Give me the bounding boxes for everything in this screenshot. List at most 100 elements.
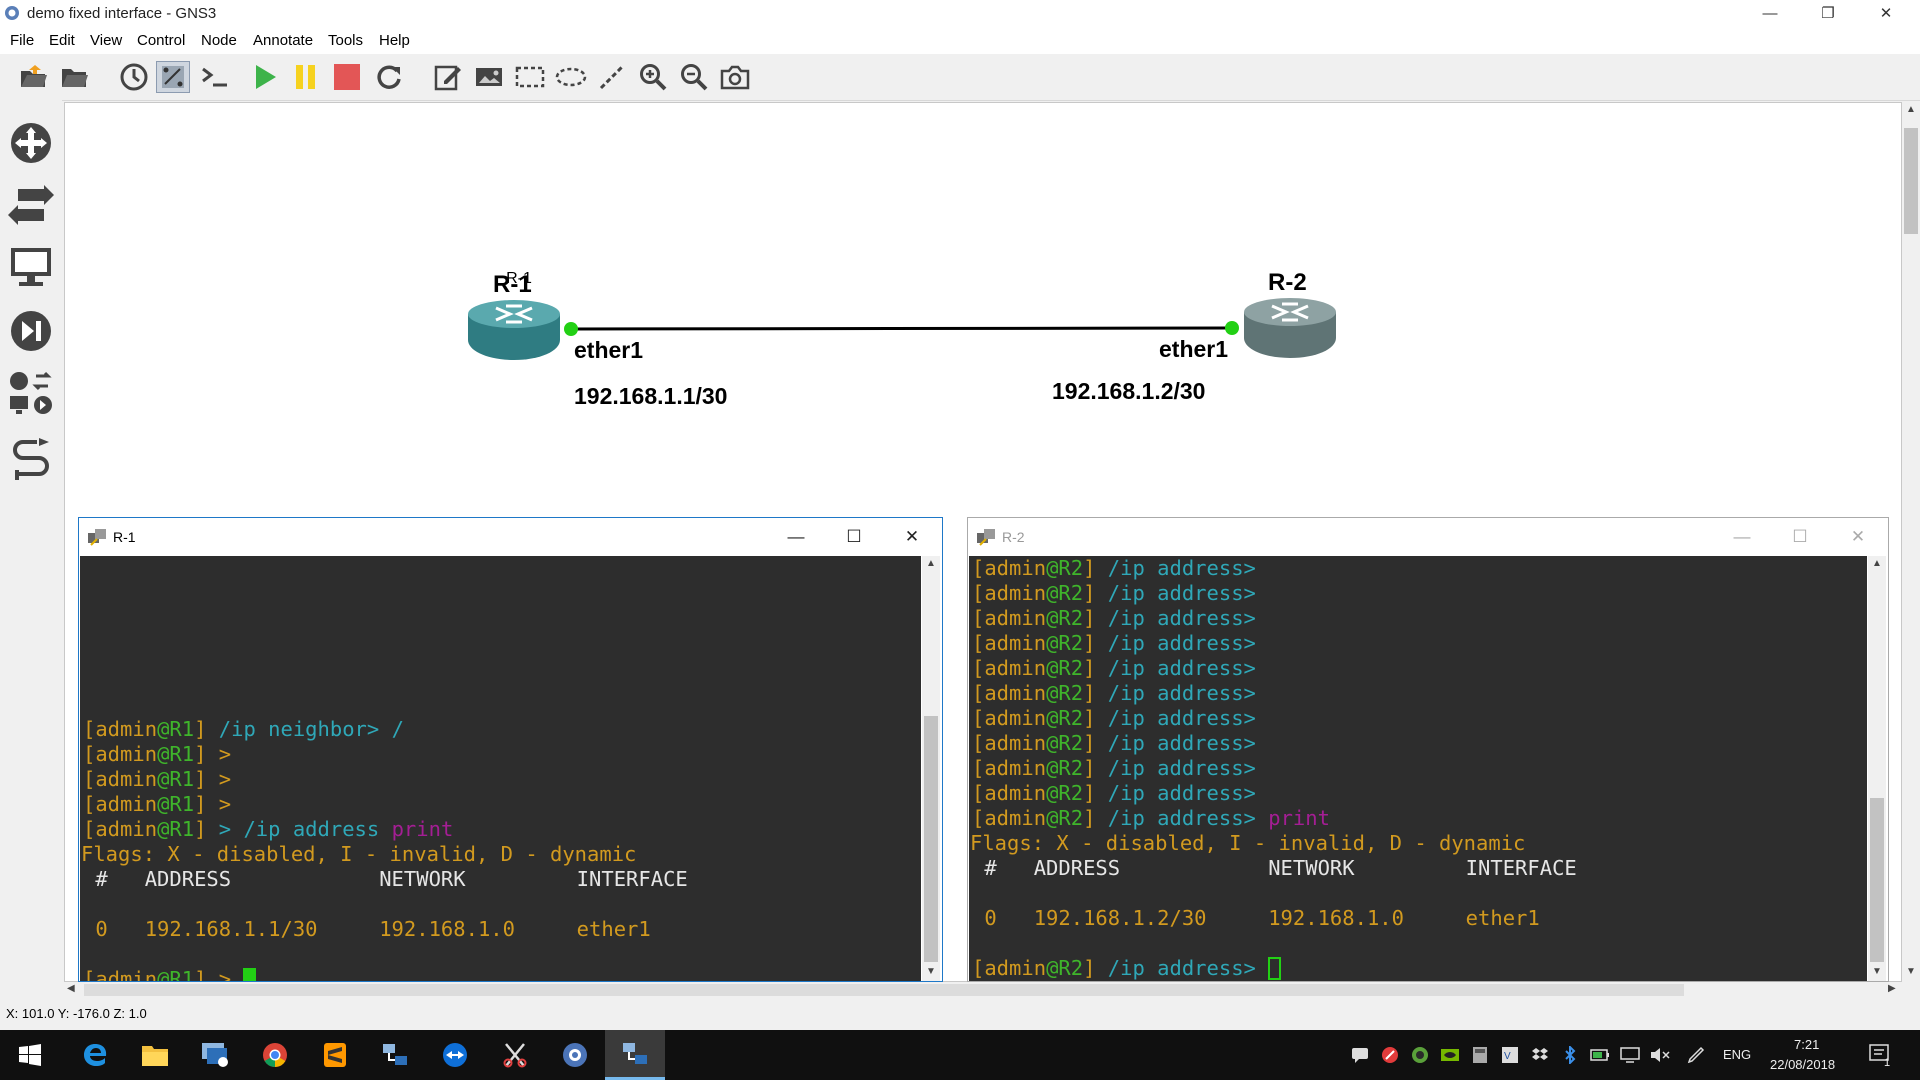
scroll-down-arrow-icon[interactable]: ▼ [926,966,936,977]
r1-maximize-button[interactable]: ☐ [825,518,883,555]
minimize-button[interactable]: — [1741,0,1799,28]
r2-console-window[interactable]: R-2 — ☐ ✕ [admin@R2] /ip address> [admin… [967,517,1889,982]
scroll-up-arrow-icon[interactable]: ▲ [1906,104,1916,115]
r2-node-name: R-2 [1268,269,1307,296]
network-app-icon[interactable] [365,1030,425,1080]
draw-line-icon[interactable] [595,61,629,93]
network-tray-icon[interactable] [1620,1045,1640,1065]
bluetooth-tray-icon[interactable] [1560,1045,1580,1065]
terminal-prompt-line: [admin@R1] > [83,967,257,981]
r2-terminal-scroll-thumb[interactable] [1870,798,1884,962]
terminal-line: [admin@R1] > [83,742,232,766]
menu-tools[interactable]: Tools [328,32,363,49]
r2-terminal[interactable]: [admin@R2] /ip address> [admin@R2] /ip a… [969,556,1867,981]
windows-start-icon[interactable] [0,1030,60,1080]
scroll-left-arrow-icon[interactable]: ◀ [67,983,75,994]
stop-all-icon[interactable] [330,61,364,93]
r2-close-button[interactable]: ✕ [1829,518,1887,555]
file-explorer-icon[interactable] [125,1030,185,1080]
teamviewer-icon[interactable] [425,1030,485,1080]
zoom-in-icon[interactable] [636,61,670,93]
r2-console-titlebar[interactable]: R-2 — ☐ ✕ [968,518,1888,555]
chat-tray-icon[interactable] [1350,1045,1370,1065]
edge-browser-icon[interactable] [65,1030,125,1080]
reload-all-icon[interactable] [372,61,406,93]
clock-date[interactable]: 22/08/2018 [1770,1057,1835,1072]
insert-image-icon[interactable] [472,61,506,93]
draw-rectangle-icon[interactable] [513,61,547,93]
terminal-line: [admin@R2] /ip address> [972,656,1256,680]
console-all-icon[interactable] [198,61,232,93]
r2-terminal-scrollbar[interactable]: ▲ ▼ [1868,556,1886,981]
security-tray-icon[interactable] [1410,1045,1430,1065]
end-devices-icon[interactable] [8,244,54,290]
vmware-tray-icon[interactable]: V [1500,1045,1520,1065]
r2-router-node[interactable] [1242,296,1338,360]
scroll-up-arrow-icon[interactable]: ▲ [926,558,936,569]
scroll-down-arrow-icon[interactable]: ▼ [1872,966,1882,977]
zoom-out-icon[interactable] [677,61,711,93]
r1-console-titlebar[interactable]: R-1 — ☐ ✕ [79,518,942,555]
clock-time[interactable]: 7:21 [1794,1037,1819,1052]
menu-help[interactable]: Help [379,32,410,49]
r1-terminal-scroll-thumb[interactable] [924,716,938,962]
terminal-line: [admin@R2] /ip address> [972,781,1256,805]
r1-close-button[interactable]: ✕ [883,518,941,555]
r1-router-node[interactable] [466,298,562,362]
close-button[interactable]: ✕ [1857,0,1915,28]
nvidia-tray-icon[interactable] [1440,1045,1460,1065]
menu-annotate[interactable]: Annotate [253,32,313,49]
horizontal-scroll-thumb[interactable] [84,984,1684,996]
r2-maximize-button[interactable]: ☐ [1771,518,1829,555]
cursor-coordinates: X: 101.0 Y: -176.0 Z: 1.0 [6,1006,147,1021]
gns3-running-icon[interactable] [605,1030,665,1080]
switches-icon[interactable] [8,182,54,228]
gns3-pinned-icon[interactable] [545,1030,605,1080]
menu-view[interactable]: View [90,32,122,49]
open-project-icon[interactable] [17,61,51,93]
r2-ip-note[interactable]: 192.168.1.2/30 [1052,378,1205,405]
sublime-text-icon[interactable] [305,1030,365,1080]
r1-terminal-scrollbar[interactable]: ▲ ▼ [922,556,940,981]
snipping-tool-icon[interactable] [485,1030,545,1080]
scroll-down-arrow-icon[interactable]: ▼ [1906,966,1916,977]
vertical-scroll-thumb[interactable] [1904,128,1918,234]
draw-ellipse-icon[interactable] [554,61,588,93]
start-all-icon[interactable] [248,61,282,93]
pen-tray-icon[interactable] [1686,1045,1706,1065]
all-devices-icon[interactable] [8,370,54,416]
screenshot-camera-icon[interactable] [718,61,752,93]
scroll-right-arrow-icon[interactable]: ▶ [1888,983,1896,994]
menu-node[interactable]: Node [201,32,237,49]
volume-muted-tray-icon[interactable] [1650,1045,1670,1065]
r1-console-window[interactable]: R-1 — ☐ ✕ [admin@R1] /ip neighbor> / [ad… [78,517,943,982]
chrome-icon[interactable] [245,1030,305,1080]
remote-desktop-icon[interactable] [185,1030,245,1080]
suspend-all-icon[interactable] [289,61,323,93]
battery-tray-icon[interactable] [1590,1045,1610,1065]
menu-file[interactable]: File [10,32,34,49]
dropbox-tray-icon[interactable] [1530,1045,1550,1065]
add-note-icon[interactable] [431,61,465,93]
show-interface-labels-icon[interactable] [156,61,190,93]
r1-terminal[interactable]: [admin@R1] /ip neighbor> / [admin@R1] > … [80,556,921,981]
add-link-icon[interactable] [8,438,54,484]
r2-minimize-button[interactable]: — [1713,518,1771,555]
terminal-line: [admin@R2] /ip address> print [972,806,1330,830]
canvas-vertical-scrollbar[interactable]: ▲ ▼ [1902,102,1920,982]
r1-minimize-button[interactable]: — [767,518,825,555]
restore-button[interactable]: ❐ [1799,0,1857,28]
r1-link-status-dot [564,322,578,336]
r1-ip-note[interactable]: 192.168.1.1/30 [574,383,727,410]
snapshot-clock-icon[interactable] [117,61,151,93]
menu-control[interactable]: Control [137,32,185,49]
open-folder-icon[interactable] [58,61,92,93]
storage-tray-icon[interactable] [1470,1045,1490,1065]
language-indicator[interactable]: ENG [1723,1047,1751,1062]
scroll-up-arrow-icon[interactable]: ▲ [1872,558,1882,569]
routers-icon[interactable] [8,120,54,166]
canvas-horizontal-scrollbar[interactable]: ◀ ▶ [64,982,1902,998]
antivirus-tray-icon[interactable] [1380,1045,1400,1065]
security-devices-icon[interactable] [8,308,54,354]
menu-edit[interactable]: Edit [49,32,75,49]
